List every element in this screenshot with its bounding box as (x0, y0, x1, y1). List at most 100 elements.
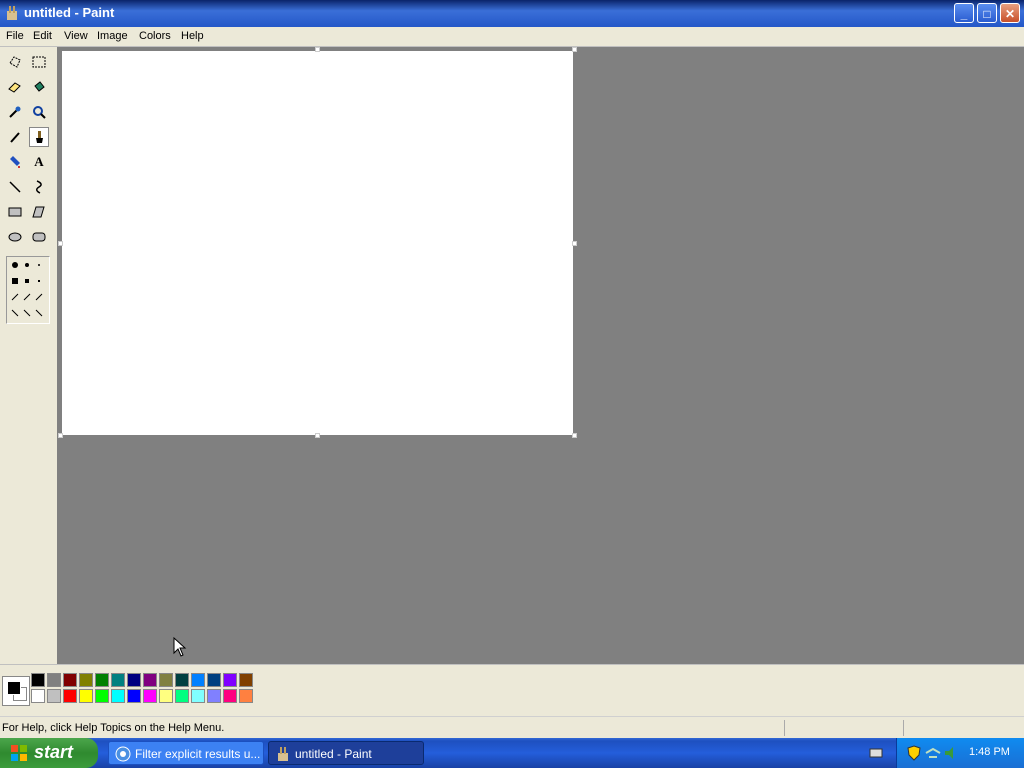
volume-icon[interactable] (943, 745, 959, 761)
pick-color-tool[interactable] (5, 102, 25, 122)
eraser-icon (8, 82, 21, 93)
windows-logo-icon (11, 745, 27, 761)
magnifier-tool[interactable] (29, 102, 49, 122)
eraser-tool[interactable] (5, 77, 25, 97)
system-tray: 1:48 PM (896, 738, 1024, 768)
close-icon: ✕ (1004, 7, 1016, 21)
minimize-button[interactable]: _ (954, 3, 974, 23)
menu-colors[interactable]: Colors (139, 30, 171, 42)
color-swatch[interactable] (239, 689, 253, 703)
color-swatch[interactable] (143, 673, 157, 687)
resize-handle-top-right[interactable] (572, 47, 577, 52)
network-icon[interactable] (925, 746, 941, 760)
color-swatch[interactable] (223, 689, 237, 703)
color-swatch[interactable] (95, 689, 109, 703)
paint-icon (278, 747, 288, 761)
close-button[interactable]: ✕ (1000, 3, 1020, 23)
color-swatch[interactable] (79, 689, 93, 703)
polygon-icon (32, 206, 45, 218)
title-bar: untitled - Paint _ □ ✕ (0, 0, 1024, 27)
task-browser[interactable]: Filter explicit results u... (108, 741, 264, 765)
start-label: start (34, 742, 74, 762)
status-bar: For Help, click Help Topics on the Help … (0, 716, 1024, 739)
foreground-color (7, 681, 21, 695)
color-swatch[interactable] (191, 689, 205, 703)
clock[interactable]: 1:48 PM (969, 746, 1010, 758)
task-browser-label: Filter explicit results u... (135, 747, 261, 761)
color-swatch[interactable] (159, 689, 173, 703)
menu-bar: File Edit View Image Colors Help (0, 27, 1024, 47)
color-swatch[interactable] (31, 673, 45, 687)
security-shield-icon[interactable] (907, 745, 921, 761)
paint-icon (7, 6, 17, 20)
brush-tool[interactable] (29, 127, 49, 147)
rectangle-tool[interactable] (5, 202, 25, 222)
resize-handle-bottom[interactable] (315, 433, 320, 438)
minimize-icon: _ (960, 7, 968, 21)
task-paint[interactable]: untitled - Paint (268, 741, 424, 765)
restore-icon: □ (983, 7, 991, 21)
rectangle-icon (8, 207, 22, 217)
free-form-select-icon (9, 56, 21, 68)
current-colors[interactable] (2, 676, 30, 706)
menu-image[interactable]: Image (97, 30, 128, 42)
resize-handle-right[interactable] (572, 241, 577, 246)
color-swatch[interactable] (159, 673, 173, 687)
color-swatch[interactable] (143, 689, 157, 703)
airbrush-icon (10, 156, 20, 168)
color-swatch[interactable] (95, 673, 109, 687)
brush-size-options[interactable] (6, 256, 50, 324)
color-swatch[interactable] (111, 689, 125, 703)
color-swatch[interactable] (47, 689, 61, 703)
text-icon: A (34, 154, 44, 169)
text-tool[interactable]: A (29, 152, 49, 172)
color-swatch[interactable] (79, 673, 93, 687)
brush-shapes-icon (11, 262, 43, 317)
menu-edit[interactable]: Edit (33, 30, 52, 42)
color-swatch[interactable] (47, 673, 61, 687)
color-swatch[interactable] (175, 689, 189, 703)
line-tool[interactable] (5, 177, 25, 197)
pencil-icon (10, 132, 20, 143)
ellipse-tool[interactable] (5, 227, 25, 247)
resize-handle-top[interactable] (315, 47, 320, 52)
start-button[interactable]: start (0, 738, 98, 768)
status-help-text: For Help, click Help Topics on the Help … (2, 722, 225, 734)
menu-help[interactable]: Help (181, 30, 204, 42)
color-swatch[interactable] (239, 673, 253, 687)
status-divider (903, 720, 904, 736)
select-tool[interactable] (29, 52, 49, 72)
color-swatch[interactable] (223, 673, 237, 687)
fill-tool[interactable] (29, 77, 49, 97)
rounded-rectangle-tool[interactable] (29, 227, 49, 247)
magnifier-icon (33, 106, 46, 119)
color-swatch[interactable] (207, 673, 221, 687)
polygon-tool[interactable] (29, 202, 49, 222)
color-swatch[interactable] (31, 689, 45, 703)
resize-handle-bottom-right[interactable] (572, 433, 577, 438)
color-swatch[interactable] (127, 689, 141, 703)
menu-view[interactable]: View (64, 30, 88, 42)
curve-tool[interactable] (29, 177, 49, 197)
color-swatch[interactable] (207, 689, 221, 703)
resize-handle-bottom-left[interactable] (58, 433, 63, 438)
mouse-cursor-icon (173, 637, 187, 657)
drawing-canvas[interactable] (62, 51, 573, 435)
brush-icon (36, 131, 43, 143)
ellipse-icon (8, 232, 22, 242)
menu-file[interactable]: File (6, 30, 24, 42)
color-swatch[interactable] (111, 673, 125, 687)
pencil-tool[interactable] (5, 127, 25, 147)
color-swatch[interactable] (63, 673, 77, 687)
free-form-select-tool[interactable] (5, 52, 25, 72)
keyboard-icon[interactable] (869, 747, 883, 759)
color-swatch[interactable] (175, 673, 189, 687)
resize-handle-left[interactable] (58, 241, 63, 246)
color-swatch[interactable] (191, 673, 205, 687)
airbrush-tool[interactable] (5, 152, 25, 172)
maximize-button[interactable]: □ (977, 3, 997, 23)
task-paint-label: untitled - Paint (295, 747, 372, 761)
color-swatch[interactable] (127, 673, 141, 687)
color-swatch[interactable] (63, 689, 77, 703)
fill-icon (34, 81, 45, 92)
